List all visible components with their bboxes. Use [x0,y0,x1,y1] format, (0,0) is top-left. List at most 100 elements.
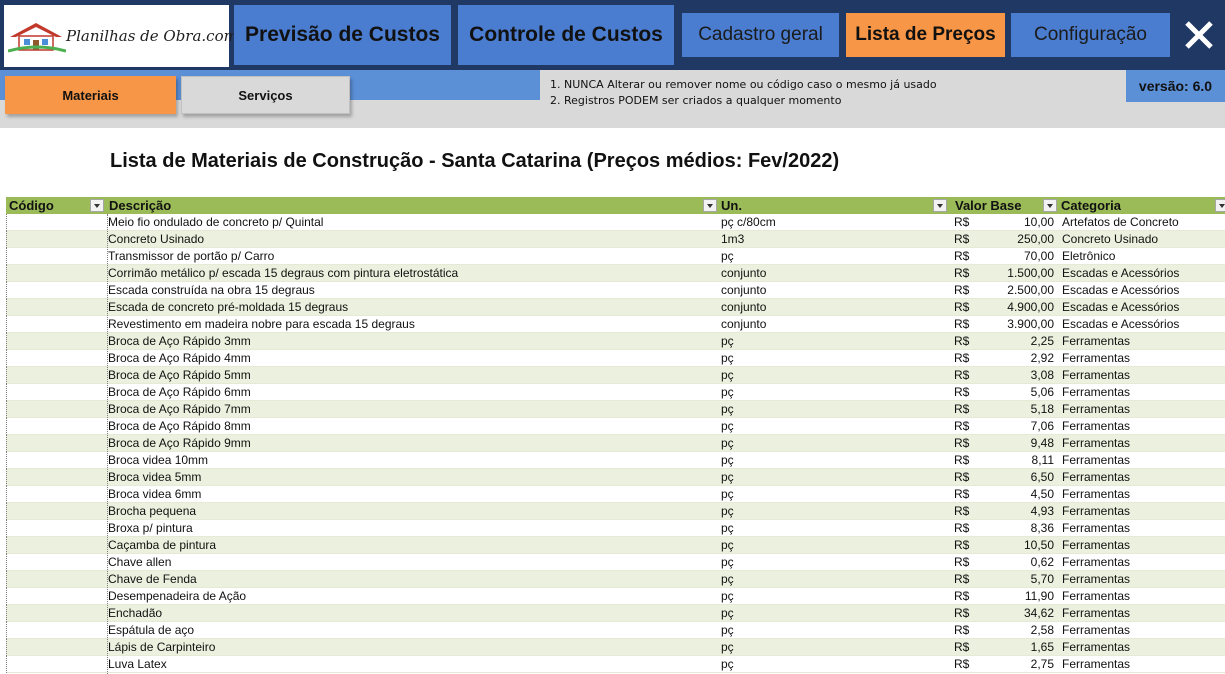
nav-controle-custos[interactable]: Controle de Custos [458,5,674,65]
cell-codigo[interactable] [6,214,106,231]
cell-codigo[interactable] [6,554,106,571]
table-row[interactable]: Escada construída na obra 15 degraus conj… [6,282,1225,299]
cell-descricao[interactable]: Concreto Usinado [108,231,718,248]
cell-currency[interactable]: R$ [954,537,976,554]
cell-valor[interactable]: 3,08 [976,367,1054,384]
cell-currency[interactable]: R$ [954,282,976,299]
cell-categoria[interactable]: Ferramentas [1062,605,1225,622]
cell-categoria[interactable]: Ferramentas [1062,554,1225,571]
cell-unidade[interactable]: pç c/80cm [721,214,946,231]
cell-valor[interactable]: 2.500,00 [976,282,1054,299]
cell-unidade[interactable]: pç [721,401,946,418]
cell-currency[interactable]: R$ [954,418,976,435]
filter-un-sort-icon[interactable] [933,199,947,212]
tab-servicos[interactable]: Serviços [181,76,350,114]
table-row[interactable]: Chave allen pç R$ 0,62 Ferramentas [6,554,1225,571]
nav-lista-precos[interactable]: Lista de Preços [846,13,1005,57]
cell-valor[interactable]: 9,48 [976,435,1054,452]
cell-unidade[interactable]: pç [721,435,946,452]
cell-valor[interactable]: 4.900,00 [976,299,1054,316]
cell-descricao[interactable]: Broca de Aço Rápido 8mm [108,418,718,435]
cell-codigo[interactable] [6,248,106,265]
cell-codigo[interactable] [6,316,106,333]
table-row[interactable]: Broca de Aço Rápido 7mm pç R$ 5,18 Ferrament… [6,401,1225,418]
cell-valor[interactable]: 8,11 [976,452,1054,469]
cell-unidade[interactable]: pç [721,588,946,605]
cell-currency[interactable]: R$ [954,299,976,316]
cell-currency[interactable]: R$ [954,435,976,452]
cell-descricao[interactable]: Broca de Aço Rápido 7mm [108,401,718,418]
table-row[interactable]: Broca videa 10mm pç R$ 8,11 Ferramentas [6,452,1225,469]
cell-unidade[interactable]: conjunto [721,299,946,316]
cell-currency[interactable]: R$ [954,333,976,350]
cell-valor[interactable]: 2,92 [976,350,1054,367]
cell-categoria[interactable]: Ferramentas [1062,486,1225,503]
cell-codigo[interactable] [6,435,106,452]
tab-materiais[interactable]: Materiais [5,76,176,114]
cell-currency[interactable]: R$ [954,503,976,520]
cell-codigo[interactable] [6,350,106,367]
table-row[interactable]: Luva Latex pç R$ 2,75 Ferramentas [6,656,1225,673]
cell-descricao[interactable]: Broca de Aço Rápido 6mm [108,384,718,401]
cell-unidade[interactable]: pç [721,333,946,350]
cell-currency[interactable]: R$ [954,401,976,418]
cell-valor[interactable]: 2,25 [976,333,1054,350]
table-row[interactable]: Broca de Aço Rápido 8mm pç R$ 7,06 Ferrament… [6,418,1225,435]
cell-valor[interactable]: 5,06 [976,384,1054,401]
cell-categoria[interactable]: Ferramentas [1062,333,1225,350]
cell-currency[interactable]: R$ [954,588,976,605]
cell-codigo[interactable] [6,469,106,486]
cell-valor[interactable]: 8,36 [976,520,1054,537]
cell-currency[interactable]: R$ [954,469,976,486]
cell-valor[interactable]: 34,62 [976,605,1054,622]
cell-codigo[interactable] [6,622,106,639]
cell-descricao[interactable]: Enchadão [108,605,718,622]
table-row[interactable]: Broca videa 6mm pç R$ 4,50 Ferramentas [6,486,1225,503]
filter-categoria-dropdown-icon[interactable] [1215,199,1225,212]
cell-currency[interactable]: R$ [954,316,976,333]
cell-codigo[interactable] [6,452,106,469]
cell-categoria[interactable]: Ferramentas [1062,401,1225,418]
cell-categoria[interactable]: Ferramentas [1062,520,1225,537]
cell-currency[interactable]: R$ [954,265,976,282]
cell-categoria[interactable]: Escadas e Acessórios [1062,265,1225,282]
cell-descricao[interactable]: Broca videa 10mm [108,452,718,469]
table-row[interactable]: Broca videa 5mm pç R$ 6,50 Ferramentas [6,469,1225,486]
cell-unidade[interactable]: pç [721,384,946,401]
cell-valor[interactable]: 2,58 [976,622,1054,639]
cell-descricao[interactable]: Broca de Aço Rápido 5mm [108,367,718,384]
cell-categoria[interactable]: Eletrônico [1062,248,1225,265]
cell-codigo[interactable] [6,401,106,418]
cell-descricao[interactable]: Broca de Aço Rápido 3mm [108,333,718,350]
cell-unidade[interactable]: pç [721,639,946,656]
cell-currency[interactable]: R$ [954,231,976,248]
table-row[interactable]: Chave de Fenda pç R$ 5,70 Ferramentas [6,571,1225,588]
table-row[interactable]: Transmissor de portão p/ Carro pç R$ 70,00 E… [6,248,1225,265]
cell-codigo[interactable] [6,333,106,350]
table-row[interactable]: Broca de Aço Rápido 6mm pç R$ 5,06 Ferrament… [6,384,1225,401]
cell-unidade[interactable]: pç [721,248,946,265]
table-row[interactable]: Corrimão metálico p/ escada 15 degraus c… [6,265,1225,282]
cell-descricao[interactable]: Escada de concreto pré-moldada 15 degrau… [108,299,718,316]
cell-descricao[interactable]: Broca de Aço Rápido 4mm [108,350,718,367]
cell-descricao[interactable]: Meio fio ondulado de concreto p/ Quintal [108,214,718,231]
cell-valor[interactable]: 2,75 [976,656,1054,673]
table-row[interactable]: Broca de Aço Rápido 9mm pç R$ 9,48 Ferrament… [6,435,1225,452]
cell-currency[interactable]: R$ [954,656,976,673]
cell-valor[interactable]: 5,70 [976,571,1054,588]
cell-valor[interactable]: 1.500,00 [976,265,1054,282]
cell-descricao[interactable]: Chave allen [108,554,718,571]
cell-currency[interactable]: R$ [954,571,976,588]
cell-currency[interactable]: R$ [954,367,976,384]
filter-codigo-dropdown-icon[interactable] [90,199,104,212]
cell-currency[interactable]: R$ [954,214,976,231]
cell-valor[interactable]: 5,18 [976,401,1054,418]
cell-codigo[interactable] [6,265,106,282]
cell-unidade[interactable]: pç [721,520,946,537]
cell-codigo[interactable] [6,588,106,605]
table-row[interactable]: Lápis de Carpinteiro pç R$ 1,65 Ferramentas [6,639,1225,656]
cell-descricao[interactable]: Espátula de aço [108,622,718,639]
cell-categoria[interactable]: Escadas e Acessórios [1062,282,1225,299]
cell-currency[interactable]: R$ [954,622,976,639]
cell-unidade[interactable]: pç [721,452,946,469]
